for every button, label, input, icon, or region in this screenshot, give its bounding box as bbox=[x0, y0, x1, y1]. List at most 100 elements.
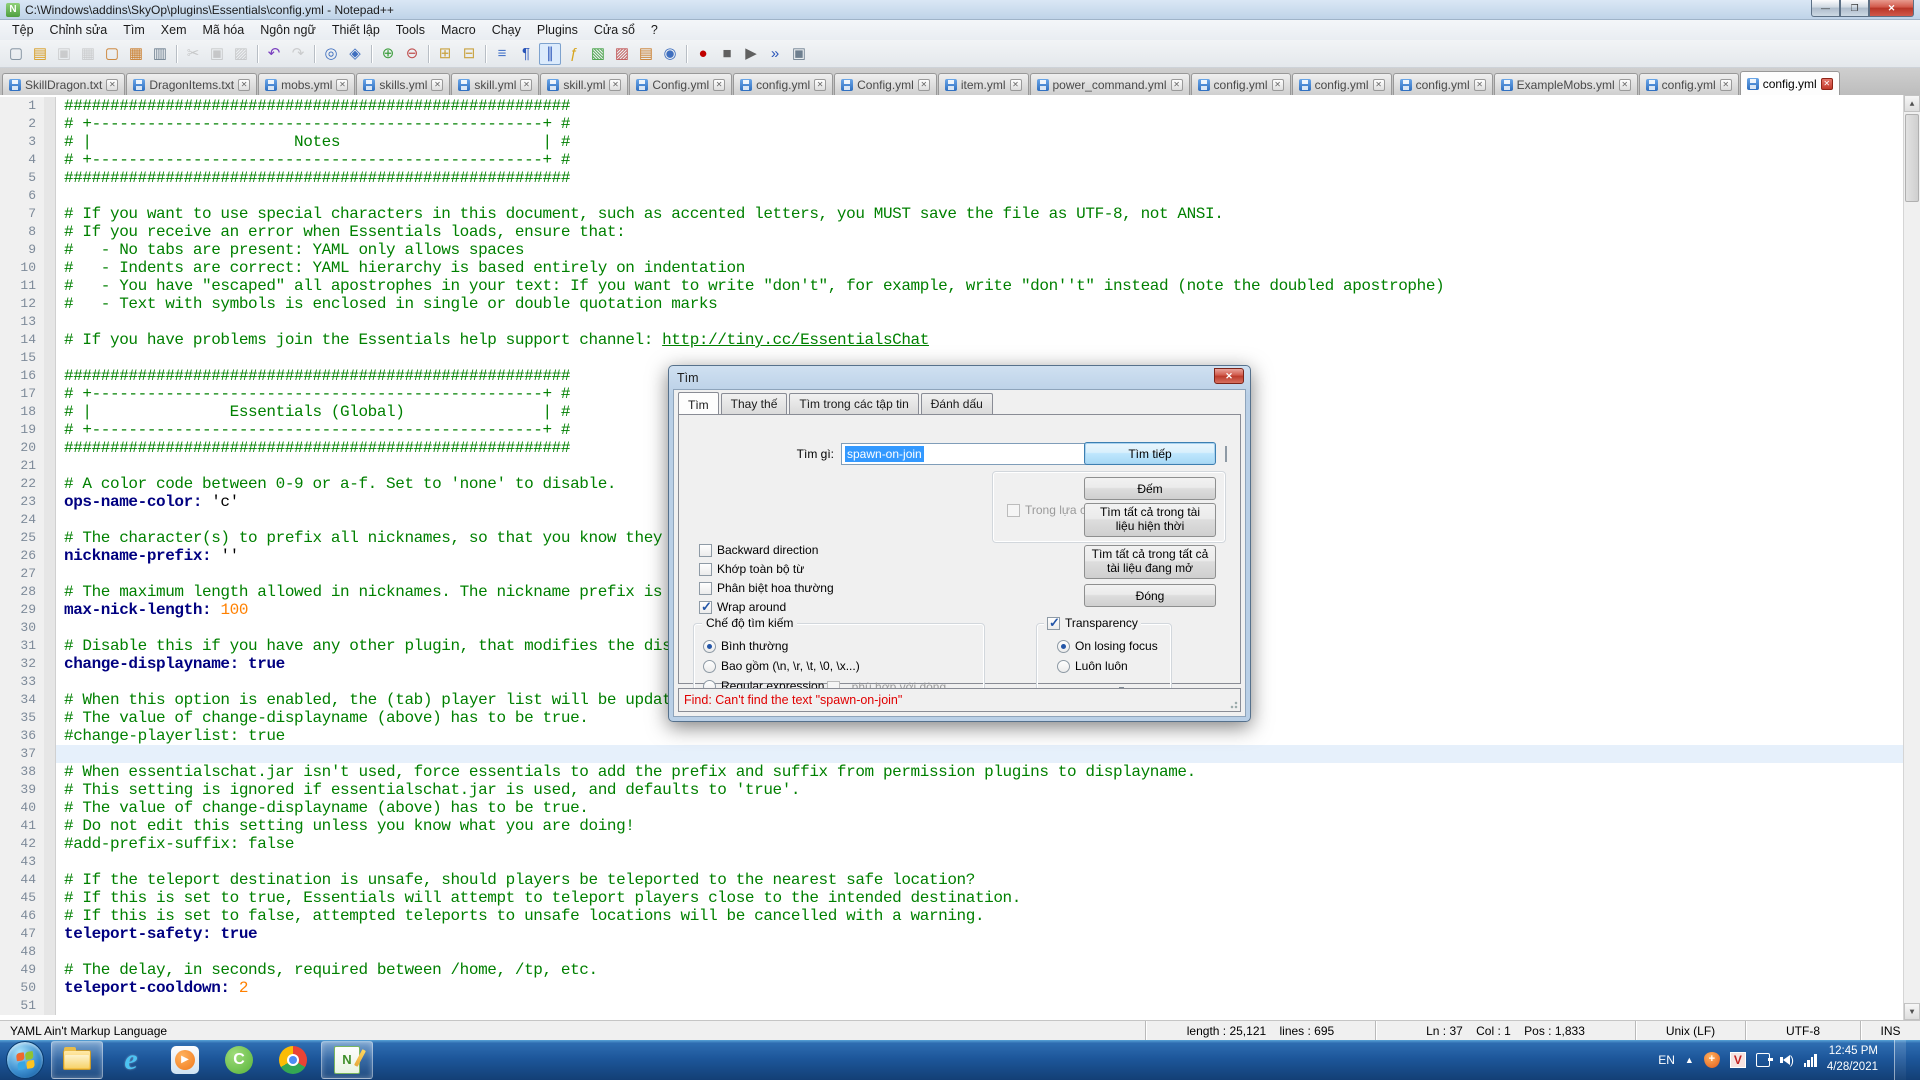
find-all-open-button[interactable]: Tìm tất cả trong tất cả tài liệu đang mở bbox=[1084, 545, 1216, 579]
volume-icon[interactable]: ) bbox=[1780, 1053, 1794, 1067]
menu-item-2[interactable]: Tìm bbox=[115, 21, 153, 39]
title-bar[interactable]: N C:\Windows\addins\SkyOp\plugins\Essent… bbox=[0, 0, 1920, 20]
tab-13-config.yml[interactable]: config.yml✕ bbox=[1393, 73, 1493, 95]
find-dialog-close-icon[interactable]: ✕ bbox=[1214, 368, 1244, 384]
find-all-current-button[interactable]: Tìm tất cả trong tài liệu hiện thời bbox=[1084, 503, 1216, 537]
sync-scroll-vertical-button[interactable]: ⊞ bbox=[434, 43, 456, 65]
record-macro-button[interactable]: ● bbox=[692, 43, 714, 65]
find-dialog-title-bar[interactable]: Tìm bbox=[669, 366, 1250, 389]
taskbar-notepad-plus-plus[interactable]: N bbox=[321, 1041, 373, 1079]
antivirus-icon[interactable]: V bbox=[1730, 1052, 1746, 1068]
search-mode-option-1[interactable]: Bao gồm (\n, \r, \t, \0, \x...) bbox=[703, 659, 860, 673]
scroll-down-arrow[interactable]: ▼ bbox=[1904, 1003, 1920, 1020]
transparency-checkbox[interactable]: Transparency bbox=[1044, 616, 1141, 630]
transparency-option-1[interactable]: Luôn luôn bbox=[1057, 659, 1128, 673]
find-next-button[interactable]: Tìm tiếp bbox=[1084, 442, 1216, 465]
taskbar-internet-explorer[interactable]: e bbox=[105, 1041, 157, 1079]
scrollbar-thumb[interactable] bbox=[1905, 114, 1919, 202]
menu-item-3[interactable]: Xem bbox=[153, 21, 195, 39]
menu-item-4[interactable]: Mã hóa bbox=[194, 21, 252, 39]
taskbar-coccoc-browser[interactable]: C bbox=[213, 1041, 265, 1079]
file-monitoring-button[interactable]: ◉ bbox=[659, 43, 681, 65]
tab-5-skill.yml[interactable]: skill.yml✕ bbox=[540, 73, 628, 95]
tab-7-config.yml[interactable]: config.yml✕ bbox=[733, 73, 833, 95]
resize-grip[interactable] bbox=[1228, 699, 1238, 709]
status-eol-format[interactable]: Unix (LF) bbox=[1635, 1021, 1745, 1040]
tab-close-icon[interactable]: ✕ bbox=[238, 79, 250, 91]
menu-item-6[interactable]: Thiết lập bbox=[324, 21, 388, 39]
find-option-1[interactable]: Khớp toàn bộ từ bbox=[699, 562, 804, 576]
tab-14-ExampleMobs.yml[interactable]: ExampleMobs.yml✕ bbox=[1494, 73, 1638, 95]
find-option-3[interactable]: Wrap around bbox=[699, 600, 786, 614]
show-indent-guide-button[interactable]: ∥ bbox=[539, 43, 561, 65]
menu-item-8[interactable]: Macro bbox=[433, 21, 484, 39]
find-button[interactable]: ◎ bbox=[320, 43, 342, 65]
tab-close-icon[interactable]: ✕ bbox=[609, 79, 621, 91]
taskbar-chrome-browser[interactable] bbox=[267, 1041, 319, 1079]
scroll-up-arrow[interactable]: ▲ bbox=[1904, 95, 1920, 112]
close-document-button[interactable]: ▢ bbox=[101, 43, 123, 65]
minimize-button[interactable]: — bbox=[1811, 0, 1840, 17]
find-dialog-tab-0[interactable]: Tìm bbox=[678, 392, 719, 416]
function-list-button[interactable]: ƒ bbox=[563, 43, 585, 65]
folder-as-workspace-button[interactable]: ▤ bbox=[635, 43, 657, 65]
tab-close-icon[interactable]: ✕ bbox=[713, 79, 725, 91]
vertical-scrollbar[interactable]: ▲ ▼ bbox=[1903, 95, 1920, 1020]
network-icon[interactable] bbox=[1804, 1053, 1817, 1067]
zoom-in-button[interactable]: ⊕ bbox=[377, 43, 399, 65]
menu-item-0[interactable]: Tệp bbox=[4, 21, 42, 39]
tab-close-icon[interactable]: ✕ bbox=[520, 79, 532, 91]
taskbar-windows-explorer[interactable] bbox=[51, 1041, 103, 1079]
tab-2-mobs.yml[interactable]: mobs.yml✕ bbox=[258, 73, 355, 95]
sync-scroll-horizontal-button[interactable]: ⊟ bbox=[458, 43, 480, 65]
tab-close-icon[interactable]: ✕ bbox=[1373, 79, 1385, 91]
print-button[interactable]: ▥ bbox=[149, 43, 171, 65]
tab-close-icon[interactable]: ✕ bbox=[431, 79, 443, 91]
show-hidden-icons-arrow[interactable]: ▲ bbox=[1685, 1055, 1694, 1065]
tab-1-DragonItems.txt[interactable]: DragonItems.txt✕ bbox=[126, 73, 257, 95]
tab-16-config.yml[interactable]: config.yml✕ bbox=[1740, 71, 1840, 95]
search-mode-option-0[interactable]: Bình thường bbox=[703, 639, 788, 653]
menu-item-1[interactable]: Chỉnh sửa bbox=[42, 21, 116, 39]
safely-remove-hardware-icon[interactable] bbox=[1756, 1053, 1770, 1067]
tab-8-Config.yml[interactable]: Config.yml✕ bbox=[834, 73, 937, 95]
action-center-icon[interactable]: + bbox=[1704, 1052, 1720, 1068]
tab-close-icon[interactable]: ✕ bbox=[1171, 79, 1183, 91]
tab-12-config.yml[interactable]: config.yml✕ bbox=[1292, 73, 1392, 95]
tab-15-config.yml[interactable]: config.yml✕ bbox=[1639, 73, 1739, 95]
menu-item-10[interactable]: Plugins bbox=[529, 21, 586, 39]
maximize-button[interactable]: ❐ bbox=[1840, 0, 1869, 17]
save-macro-button[interactable]: ▣ bbox=[788, 43, 810, 65]
menu-item-5[interactable]: Ngôn ngữ bbox=[252, 21, 324, 39]
menu-item-9[interactable]: Chạy bbox=[484, 21, 529, 39]
language-indicator[interactable]: EN bbox=[1658, 1053, 1675, 1067]
find-dialog-tab-2[interactable]: Tìm trong các tập tin bbox=[789, 393, 918, 415]
undo-button[interactable]: ↶ bbox=[263, 43, 285, 65]
tab-9-item.yml[interactable]: item.yml✕ bbox=[938, 73, 1029, 95]
tab-close-icon[interactable]: ✕ bbox=[336, 79, 348, 91]
transparency-option-0[interactable]: On losing focus bbox=[1057, 639, 1158, 653]
show-all-characters-button[interactable]: ¶ bbox=[515, 43, 537, 65]
menu-item-11[interactable]: Cửa sổ bbox=[586, 21, 643, 39]
close-button[interactable]: ✕ bbox=[1869, 0, 1914, 17]
taskbar-windows-media-player[interactable]: ▶ bbox=[159, 1041, 211, 1079]
play-macro-button[interactable]: ▶ bbox=[740, 43, 762, 65]
tab-10-power_command.yml[interactable]: power_command.yml✕ bbox=[1030, 73, 1190, 95]
tab-close-icon[interactable]: ✕ bbox=[1720, 79, 1732, 91]
tab-close-icon[interactable]: ✕ bbox=[1272, 79, 1284, 91]
find-dialog-tab-3[interactable]: Đánh dấu bbox=[921, 393, 993, 415]
replace-button[interactable]: ◈ bbox=[344, 43, 366, 65]
tab-close-icon[interactable]: ✕ bbox=[1010, 79, 1022, 91]
find-dialog-tab-1[interactable]: Thay thế bbox=[721, 393, 788, 415]
document-map-button[interactable]: ▧ bbox=[587, 43, 609, 65]
taskbar-clock[interactable]: 12:45 PM 4/28/2021 bbox=[1827, 1044, 1878, 1075]
tab-close-icon[interactable]: ✕ bbox=[918, 79, 930, 91]
menu-item-12[interactable]: ? bbox=[643, 21, 666, 39]
run-macro-multiple-times-button[interactable]: » bbox=[764, 43, 786, 65]
tab-11-config.yml[interactable]: config.yml✕ bbox=[1191, 73, 1291, 95]
tab-close-icon[interactable]: ✕ bbox=[1619, 79, 1631, 91]
tab-close-icon[interactable]: ✕ bbox=[106, 79, 118, 91]
stop-macro-button[interactable]: ■ bbox=[716, 43, 738, 65]
tab-close-icon[interactable]: ✕ bbox=[814, 79, 826, 91]
menu-item-7[interactable]: Tools bbox=[388, 21, 433, 39]
